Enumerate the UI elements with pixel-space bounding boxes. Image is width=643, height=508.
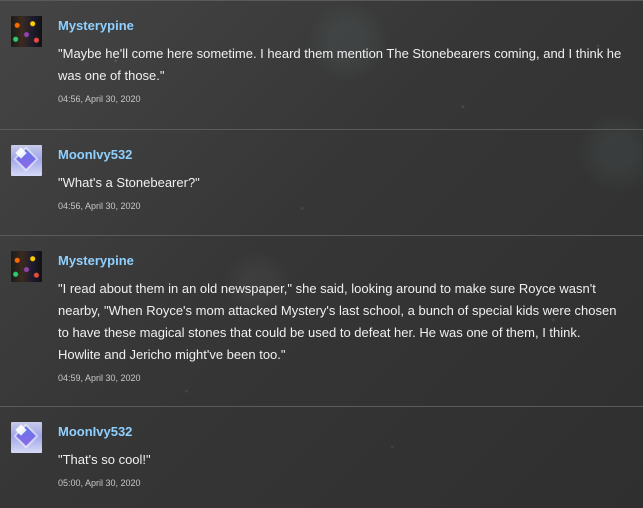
comment-item: MoonIvy532 "That's so cool!" 05:00, Apri… (0, 407, 643, 508)
comment-item: MoonIvy532 "What's a Stonebearer?" 04:56… (0, 130, 643, 236)
comment-item: Mysterypine "Maybe he'll come here somet… (0, 1, 643, 130)
avatar[interactable] (11, 251, 42, 282)
username-link[interactable]: Mysterypine (58, 253, 134, 269)
comment-message: "I read about them in an old newspaper,"… (58, 281, 617, 362)
avatar[interactable] (11, 145, 42, 176)
comment-timestamp: 04:56, April 30, 2020 (58, 201, 141, 211)
comment-message: "What's a Stonebearer?" (58, 175, 200, 190)
comment-timestamp: 04:56, April 30, 2020 (58, 94, 141, 104)
username-link[interactable]: Mysterypine (58, 18, 134, 34)
username-link[interactable]: MoonIvy532 (58, 424, 132, 440)
comment-timestamp: 04:59, April 30, 2020 (58, 373, 141, 383)
avatar[interactable] (11, 422, 42, 453)
avatar[interactable] (11, 16, 42, 47)
comment-message: "That's so cool!" (58, 452, 151, 467)
comment-message: "Maybe he'll come here sometime. I heard… (58, 46, 622, 83)
comment-item: Mysterypine "I read about them in an old… (0, 236, 643, 407)
comment-timestamp: 05:00, April 30, 2020 (58, 478, 141, 488)
username-link[interactable]: MoonIvy532 (58, 147, 132, 163)
comment-feed: Mysterypine "Maybe he'll come here somet… (0, 0, 643, 508)
